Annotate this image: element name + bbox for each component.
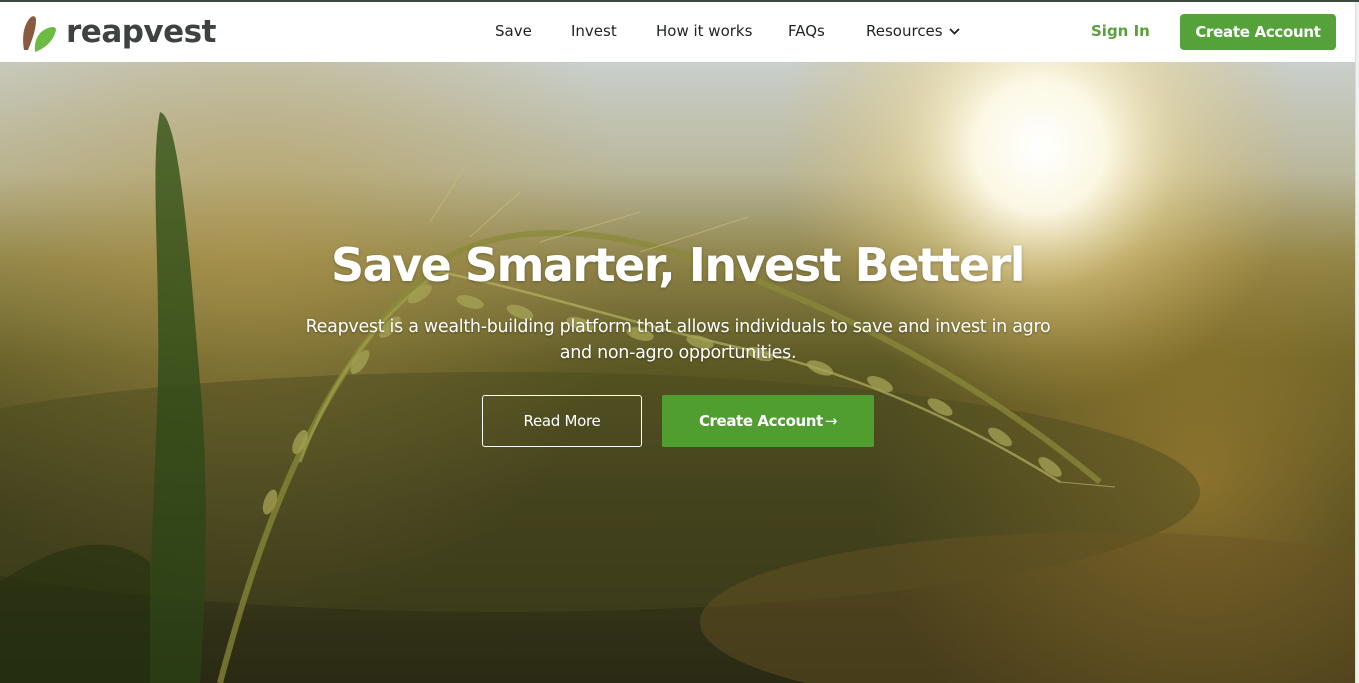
brand-name: reapvest — [66, 14, 216, 50]
hero-section: Save Smarter, Invest Betterl Reapvest is… — [0, 62, 1355, 683]
chevron-down-icon — [948, 27, 960, 35]
scrollbar[interactable] — [1355, 2, 1359, 683]
nav-invest[interactable]: Invest — [571, 22, 617, 40]
hero-background-image — [0, 62, 1355, 683]
arrow-right-icon: → — [824, 412, 838, 430]
nav-how-it-works[interactable]: How it works — [656, 22, 752, 40]
brand-logo[interactable]: reapvest — [18, 10, 216, 54]
nav-resources-dropdown[interactable]: Resources — [866, 22, 960, 40]
header-create-account-button[interactable]: Create Account — [1180, 14, 1336, 50]
hero-create-account-label: Create Account — [698, 412, 823, 430]
leaf-logo-icon — [23, 16, 56, 52]
hero-create-account-button[interactable]: Create Account → — [662, 395, 874, 447]
nav-faqs[interactable]: FAQs — [788, 22, 825, 40]
read-more-button[interactable]: Read More — [482, 395, 642, 447]
hero-title: Save Smarter, Invest Betterl — [330, 238, 1026, 292]
hero-subtitle: Reapvest is a wealth-building platform t… — [305, 317, 1051, 363]
nav-resources-label: Resources — [866, 22, 943, 40]
site-header: reapvest Save Invest How it works FAQs R… — [0, 2, 1355, 62]
sign-in-link[interactable]: Sign In — [1091, 22, 1150, 40]
nav-save[interactable]: Save — [495, 22, 532, 40]
